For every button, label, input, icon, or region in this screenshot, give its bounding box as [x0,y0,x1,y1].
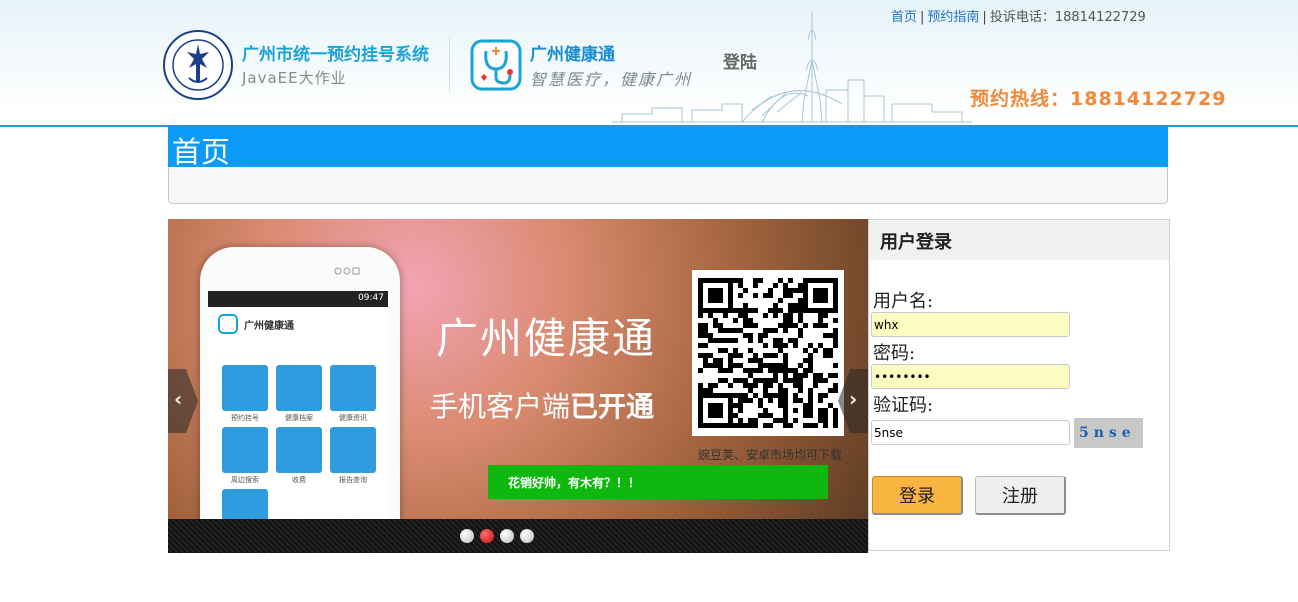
tile-report-icon [330,427,376,473]
phone-app-header: 广州健康通 [208,307,388,341]
health-title: 广州健康通 [530,45,615,65]
page-title: 首页 [172,135,231,169]
tile-appointment-icon [222,365,268,411]
tile-nearby-icon [222,427,268,473]
hotline-number: 预约热线：18814122729 [970,88,1227,110]
tile-payment-icon [276,427,322,473]
tile-label: 预约挂号 [231,414,259,422]
header: 首页 | 预约指南 | 投诉电话：18814122729 广州市统一预约挂号系统 Jav… [0,0,1298,127]
phone-speaker-icon [334,267,360,275]
slide-subtitle-normal: 手机客户端 [430,390,571,423]
login-title: 用户登录 [869,220,1169,260]
phone-status-bar: 09:47 [208,291,388,307]
city-skyline-illustration [612,12,972,123]
health-app-logo [470,39,522,91]
username-input[interactable] [871,312,1070,337]
carousel-pagination-bar [168,519,868,553]
qr-code-icon [698,278,838,428]
phone-app-name: 广州健康通 [244,320,294,332]
slide-title: 广州健康通 [436,314,657,363]
phone-mockup-image: 09:47 广州健康通 预约挂号 健康档案 健康资讯 周边搜索 收费 报告查询 [200,247,400,553]
phone-screen: 09:47 广州健康通 预约挂号 健康档案 健康资讯 周边搜索 收费 报告查询 [208,291,388,553]
login-button[interactable]: 登录 [872,476,963,515]
captcha-input[interactable] [871,420,1070,445]
carousel-dot[interactable] [480,529,494,543]
university-seal-logo [163,30,233,100]
password-input[interactable] [871,364,1070,389]
slide-subtitle: 手机客户端已开通 [430,385,654,425]
tile-label: 收费 [292,476,306,484]
tile-label: 健康档案 [285,414,313,422]
login-panel: 用户登录 用户名: 密码: 验证码: 5nse 登录 注册 [868,219,1170,551]
qr-caption: 豌豆荚、安卓市场均可下载 [698,448,843,462]
site-title: 广州市统一预约挂号系统 [242,45,429,65]
username-label: 用户名: [873,291,934,312]
carousel-dots [460,529,534,543]
promo-banner: 花销好帅，有木有？！！ [488,465,828,499]
qr-code-image [692,270,844,436]
carousel-dot[interactable] [520,529,534,543]
promo-carousel: 09:47 广州健康通 预约挂号 健康档案 健康资讯 周边搜索 收费 报告查询 [168,219,868,553]
header-divider [449,38,450,92]
chevron-right-icon: › [849,387,858,411]
register-button[interactable]: 注册 [975,476,1066,515]
tile-label: 周边搜索 [231,476,259,484]
site-subtitle: JavaEE大作业 [242,69,347,87]
tile-news-icon [330,365,376,411]
slide-subtitle-bold: 已开通 [570,390,655,423]
app-mini-icon [218,314,238,334]
carousel-prev-button[interactable]: ‹ [168,369,198,433]
tile-label: 报告查询 [339,476,367,484]
complaint-phone: 投诉电话：18814122729 [989,10,1146,25]
chevron-left-icon: ‹ [174,387,183,411]
carousel-dot[interactable] [460,529,474,543]
divider: | [982,10,987,25]
tile-label: 健康资讯 [339,414,367,422]
captcha-image[interactable]: 5nse [1074,418,1143,448]
home-subbar [168,167,1168,204]
carousel-dot[interactable] [500,529,514,543]
password-label: 密码: [873,343,916,364]
tile-records-icon [276,365,322,411]
captcha-label: 验证码: [873,395,934,416]
home-title-bar: 首页 [168,127,1168,169]
